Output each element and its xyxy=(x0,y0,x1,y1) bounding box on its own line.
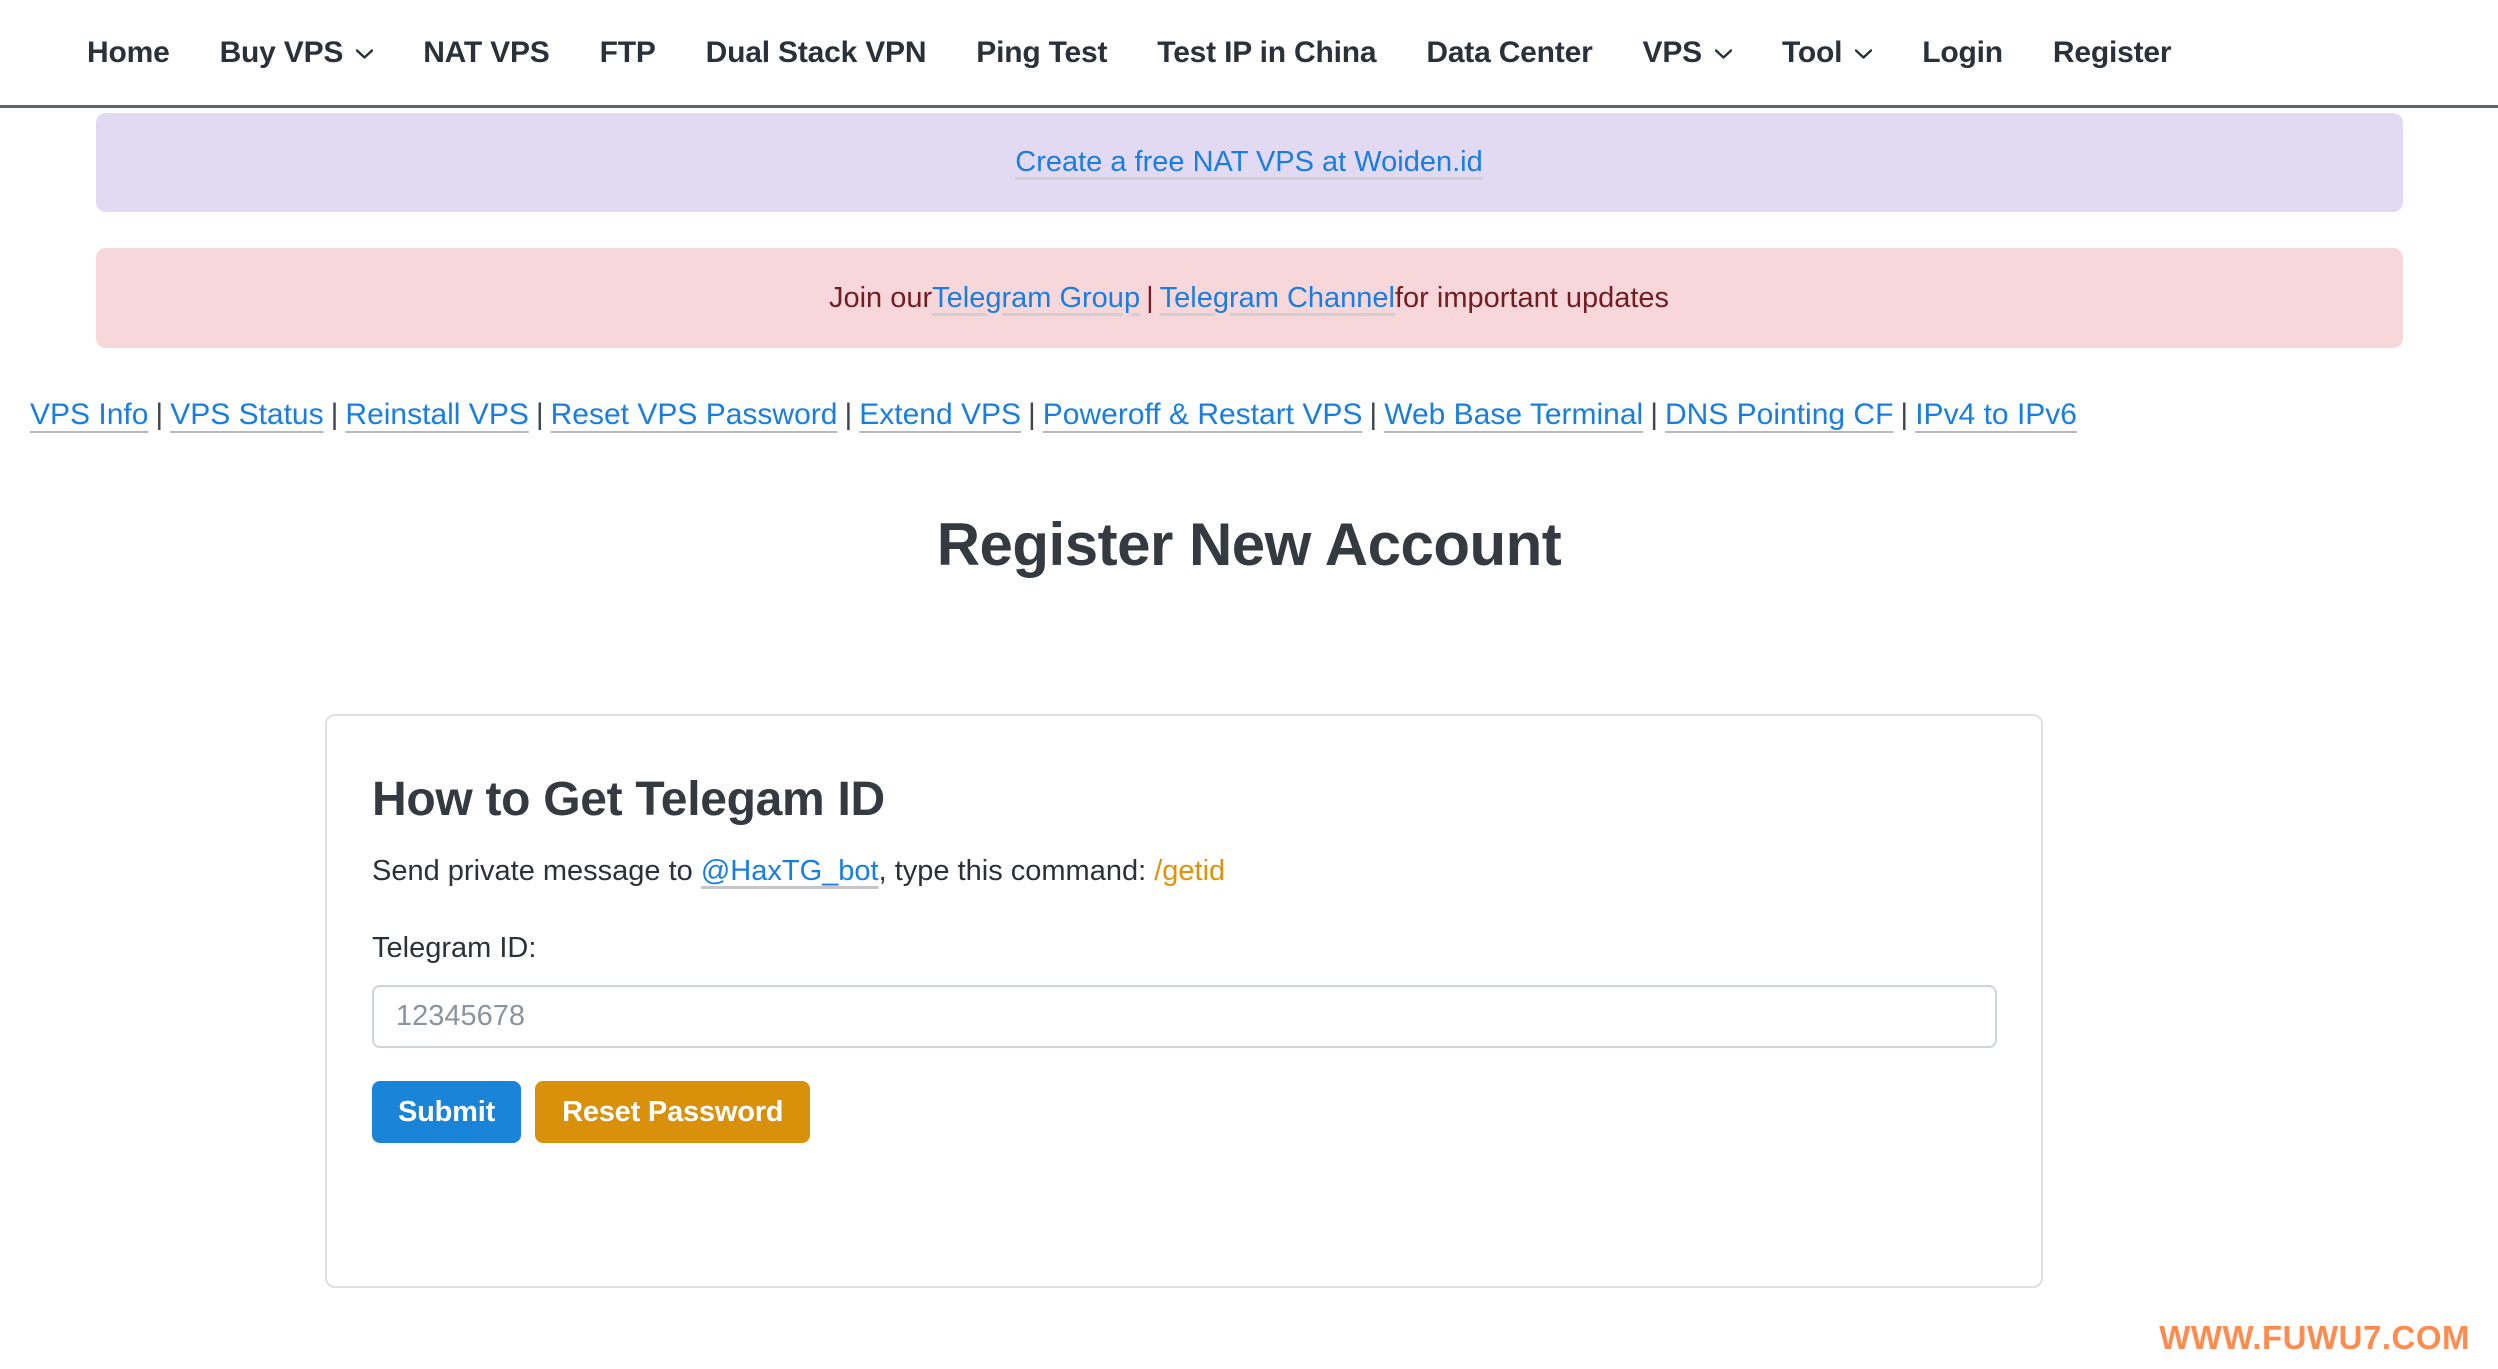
nav-item-label: NAT VPS xyxy=(423,35,550,69)
linkbar-link-vps-status[interactable]: VPS Status xyxy=(170,398,323,431)
nav-item-tool[interactable]: Tool xyxy=(1757,36,1897,70)
nav-item-label: Dual Stack VPN xyxy=(705,35,927,69)
linkbar-link-poweroff-restart-vps[interactable]: Poweroff & Restart VPS xyxy=(1043,398,1363,431)
nav-item-home[interactable]: Home xyxy=(62,36,195,70)
linkbar-separator: | xyxy=(1650,398,1658,431)
chevron-down-icon xyxy=(1855,48,1873,59)
linkbar-separator: | xyxy=(1900,398,1909,431)
nav-item-register[interactable]: Register xyxy=(2028,36,2196,70)
nav-item-vps[interactable]: VPS xyxy=(1618,36,1757,70)
linkbar-separator: | xyxy=(330,398,339,431)
card-description: Send private message to @HaxTG_bot, type… xyxy=(372,855,1996,888)
linkbar-link-dns-pointing-cf[interactable]: DNS Pointing CF xyxy=(1665,398,1893,431)
linkbar-link-vps-info[interactable]: VPS Info xyxy=(30,398,148,431)
linkbar-link-reinstall-vps[interactable]: Reinstall VPS xyxy=(345,398,528,431)
telegram-group-link[interactable]: Telegram Group xyxy=(932,282,1140,315)
telegram-id-input[interactable] xyxy=(372,985,1997,1048)
nav-item-label: Buy VPS xyxy=(219,35,344,69)
card-desc-middle: , type this command: xyxy=(878,855,1155,887)
nav-item-label: VPS xyxy=(1642,35,1703,69)
nav-item-ftp[interactable]: FTP xyxy=(575,36,681,70)
linkbar-link-reset-vps-password[interactable]: Reset VPS Password xyxy=(551,398,838,431)
nav-item-buy-vps[interactable]: Buy VPS xyxy=(195,36,399,70)
nav-item-test-ip-in-china[interactable]: Test IP in China xyxy=(1132,36,1401,70)
nav-item-label: Login xyxy=(1922,35,2003,69)
chevron-down-icon xyxy=(356,48,374,59)
linkbar-separator: | xyxy=(535,398,544,431)
telegram-id-label: Telegram ID: xyxy=(372,932,537,964)
linkbar-link-ipv4-to-ipv6[interactable]: IPv4 to IPv6 xyxy=(1915,398,2077,431)
telegram-banner-prefix: Join our xyxy=(828,281,933,314)
linkbar-link-extend-vps[interactable]: Extend VPS xyxy=(859,398,1021,431)
linkbar-separator: | xyxy=(1028,398,1036,431)
nav-item-label: Test IP in China xyxy=(1157,35,1377,69)
telegram-banner: Join our Telegram Group | Telegram Chann… xyxy=(95,248,2403,348)
telegram-channel-link[interactable]: Telegram Channel xyxy=(1160,282,1395,315)
register-card-body: How to Get Telegam ID Send private messa… xyxy=(327,716,2041,1143)
nav-item-data-center[interactable]: Data Center xyxy=(1401,36,1617,70)
vps-tools-linkbar: VPS Info | VPS Status | Reinstall VPS | Reset … xyxy=(0,398,2498,432)
nav-item-nat-vps[interactable]: NAT VPS xyxy=(398,36,574,70)
telegram-banner-suffix: for important updates xyxy=(1394,281,1670,314)
linkbar-separator: | xyxy=(155,398,164,431)
woiden-nat-vps-link[interactable]: Create a free NAT VPS at Woiden.id xyxy=(1015,146,1482,179)
telegram-banner-separator: | xyxy=(1146,281,1154,314)
site-watermark: WWW.FUWU7.COM xyxy=(2159,1319,2470,1356)
main-navbar: Home Buy VPS NAT VPS FTP Dual Stack VPN Ping … xyxy=(0,0,2498,108)
nav-item-dual-stack-vpn[interactable]: Dual Stack VPN xyxy=(681,36,952,70)
reset-password-button[interactable]: Reset Password xyxy=(535,1081,811,1143)
bot-handle-link[interactable]: @HaxTG_bot xyxy=(701,855,879,887)
nav-item-label: Data Center xyxy=(1426,35,1593,69)
nav-item-label: Tool xyxy=(1781,35,1843,69)
linkbar-separator: | xyxy=(1369,398,1378,431)
getid-command-text: /getid xyxy=(1154,855,1226,887)
card-title: How to Get Telegam ID xyxy=(372,773,885,826)
nav-item-ping-test[interactable]: Ping Test xyxy=(951,36,1132,70)
card-desc-prefix: Send private message to xyxy=(372,855,701,887)
chevron-down-icon xyxy=(1714,48,1732,59)
linkbar-link-web-base-terminal[interactable]: Web Base Terminal xyxy=(1384,398,1643,431)
linkbar-separator: | xyxy=(844,398,853,431)
nav-item-label: Ping Test xyxy=(976,35,1108,69)
register-card: How to Get Telegam ID Send private messa… xyxy=(325,714,2043,1288)
form-button-row: Submit Reset Password xyxy=(372,1081,1996,1143)
promo-banner-woiden: Create a free NAT VPS at Woiden.id xyxy=(95,113,2403,212)
nav-item-label: Register xyxy=(2052,35,2172,69)
nav-list: Home Buy VPS NAT VPS FTP Dual Stack VPN Ping … xyxy=(62,36,2196,70)
nav-item-login[interactable]: Login xyxy=(1897,36,2028,70)
submit-button[interactable]: Submit xyxy=(372,1081,522,1143)
page-title: Register New Account xyxy=(936,511,1562,578)
nav-item-label: FTP xyxy=(599,35,656,69)
nav-item-label: Home xyxy=(87,35,170,69)
